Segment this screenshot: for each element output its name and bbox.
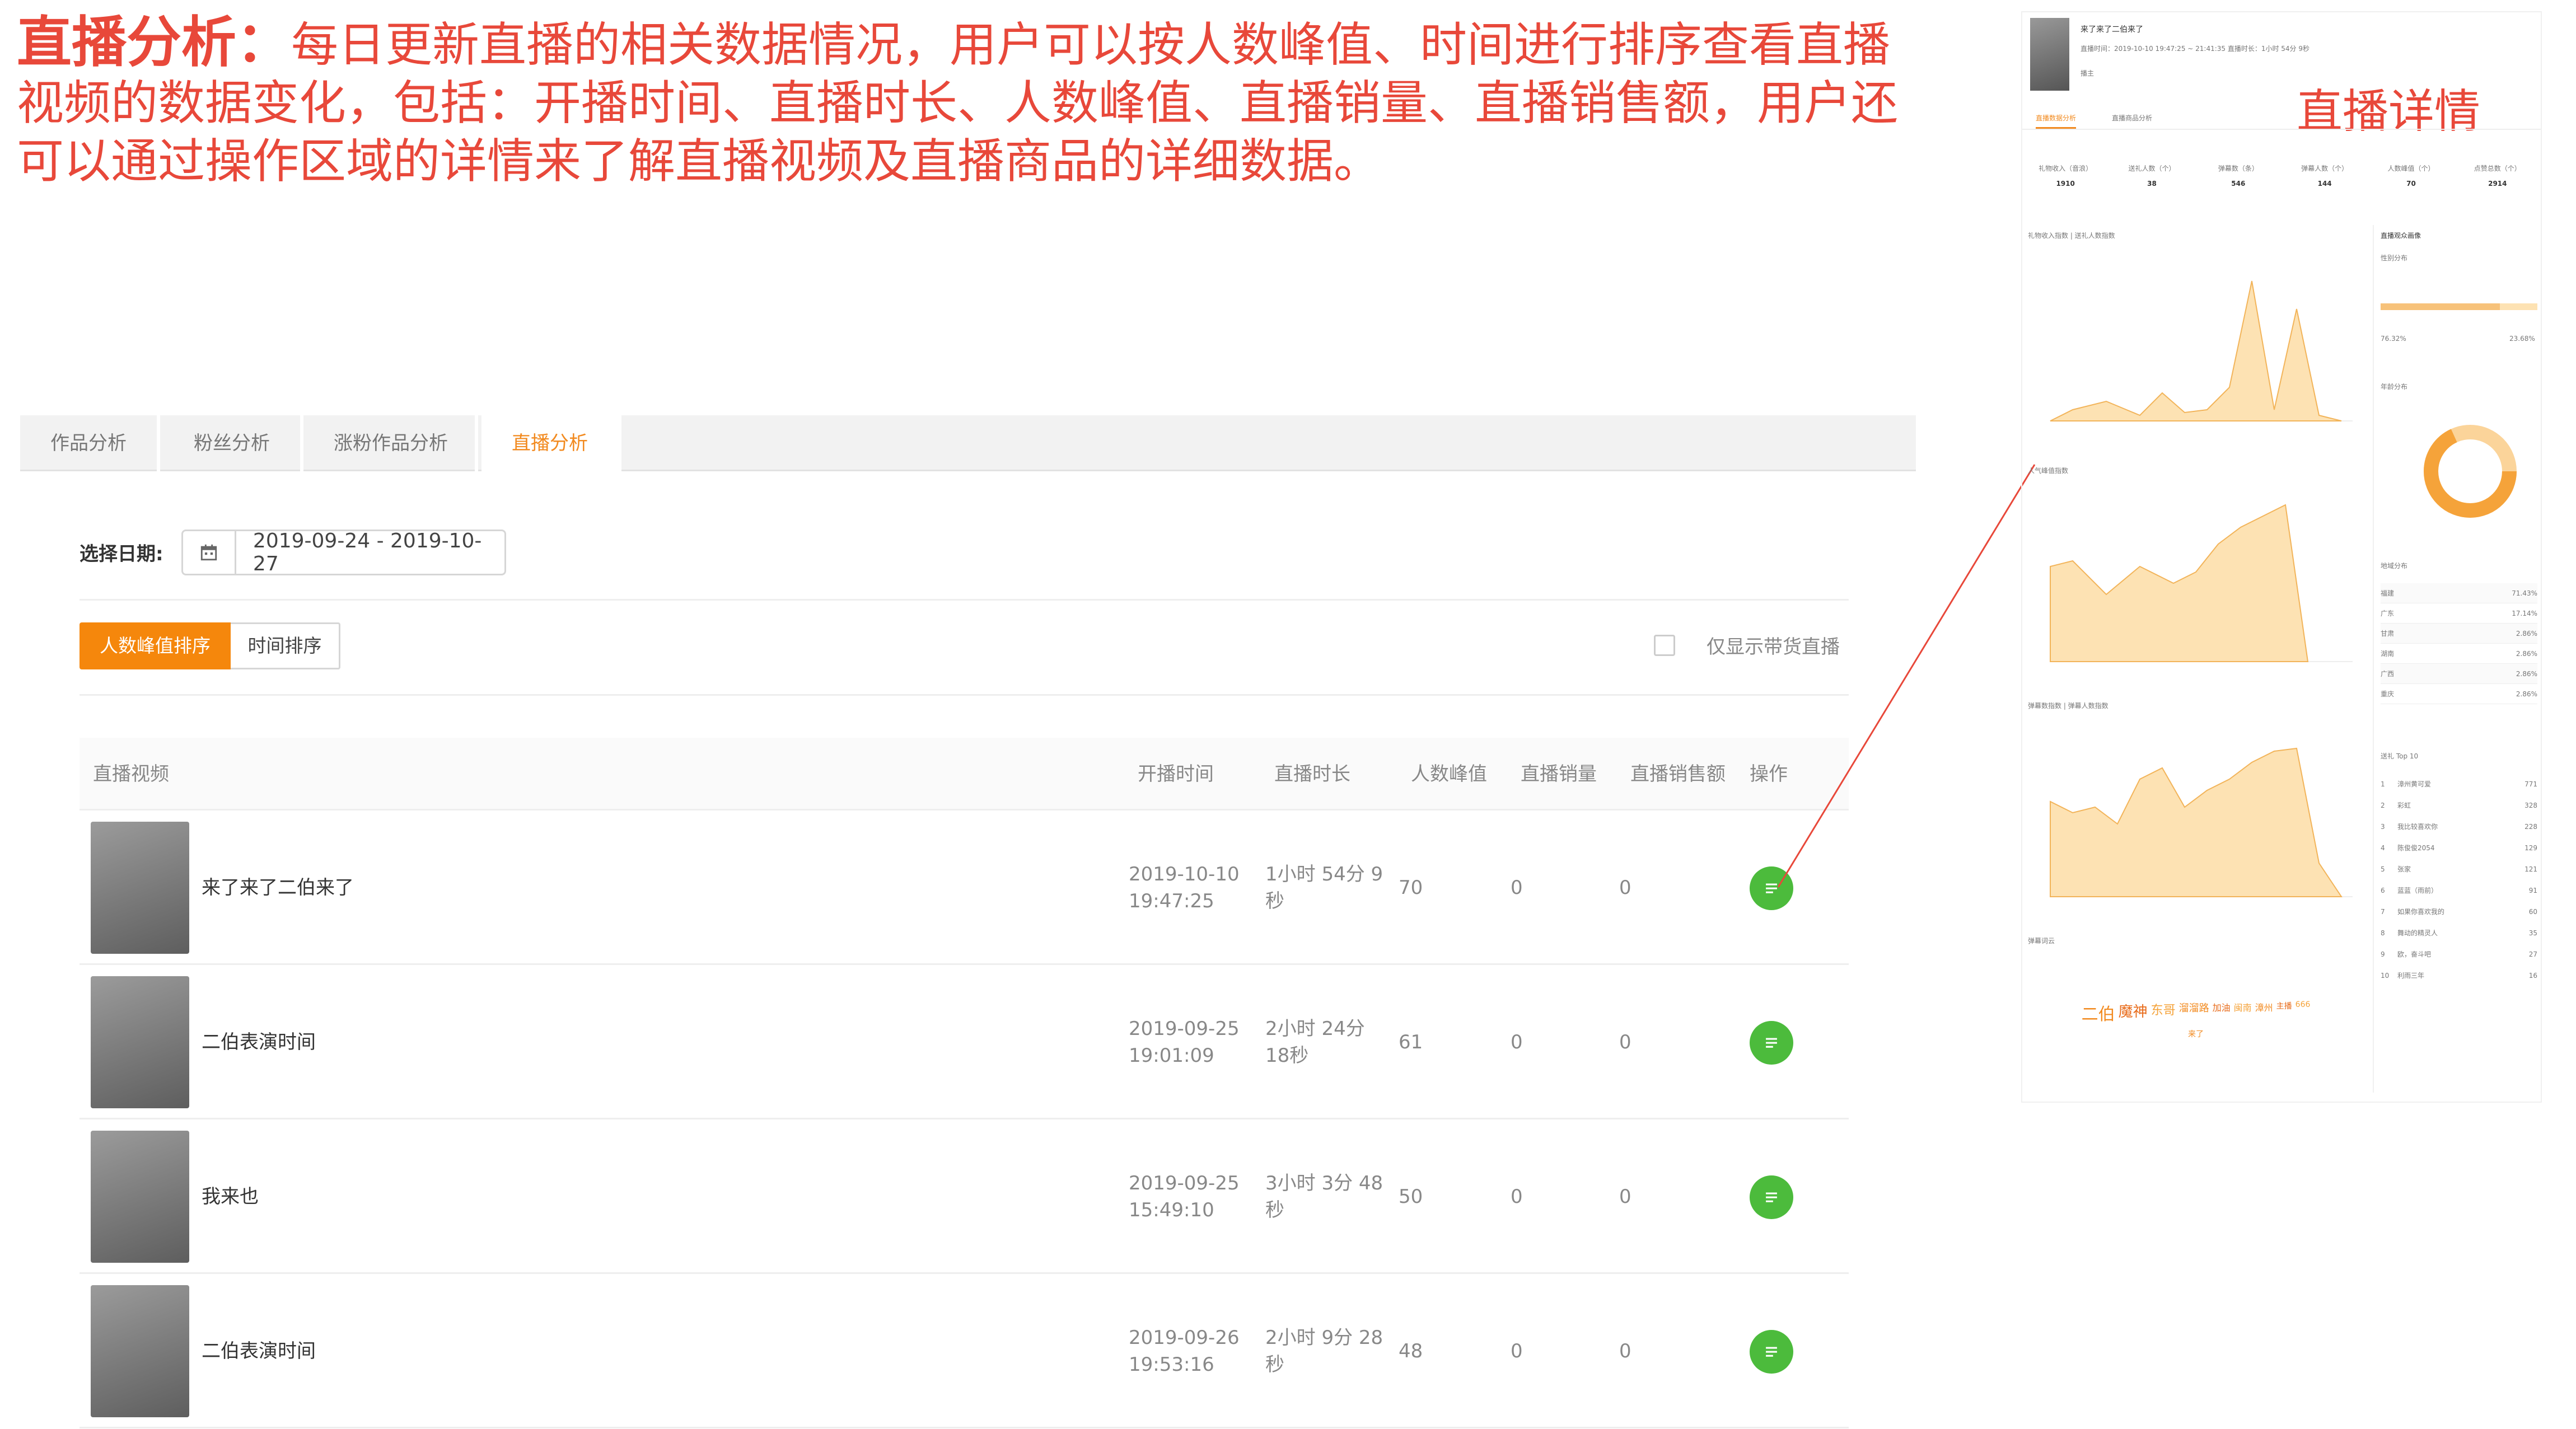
stat-danmaku-users: 弹幕人数（个） 144 — [2301, 165, 2349, 188]
gender-bar — [2381, 303, 2537, 310]
list-item: 广西 2.86% — [2381, 664, 2537, 684]
gender-female: 23.68% — [2509, 335, 2535, 343]
age-donut — [2424, 425, 2517, 518]
chart1-title: 礼物收入指数 | 送礼人数指数 — [2028, 232, 2115, 240]
stat-peak: 人数峰值（个） 70 — [2387, 165, 2435, 188]
list-item: 2 彩虹 328 — [2381, 802, 2537, 809]
list-item: 7 如果你喜欢我的 60 — [2381, 908, 2537, 916]
detail-tab-goods[interactable]: 直播商品分析 — [2112, 113, 2152, 123]
live-detail-panel: 来了来了二伯来了 直播时间：2019-10-10 19:47:25 ~ 21:4… — [2021, 11, 2542, 1103]
stat-gift-income: 礼物收入（音浪） 1910 — [2039, 165, 2093, 188]
gender-title: 性别分布 — [2381, 254, 2408, 262]
top-gift-title: 送礼 Top 10 — [2381, 752, 2419, 760]
detail-tabs: 直播数据分析 直播商品分析 — [2022, 107, 2541, 130]
gender-male: 76.32% — [2381, 335, 2406, 343]
word-cloud: 二伯 魔神 东哥 溜溜路 加油 闽南 漳州 主播 666 来了 — [2081, 1000, 2311, 1039]
list-item: 10 利雨三年 16 — [2381, 972, 2537, 980]
region-title: 地域分布 — [2381, 562, 2408, 570]
list-item: 8 舞动的精灵人 35 — [2381, 929, 2537, 937]
list-item: 甘肃 2.86% — [2381, 624, 2537, 644]
list-item: 3 我比较喜欢你 228 — [2381, 823, 2537, 831]
age-title: 年龄分布 — [2381, 383, 2408, 391]
chart2-title: 人气峰值指数 — [2028, 467, 2069, 475]
stat-gift-users: 送礼人数（个） 38 — [2128, 165, 2176, 188]
chart4-title: 弹幕词云 — [2028, 937, 2055, 945]
detail-meta: 直播时间：2019-10-10 19:47:25 ~ 21:41:35 直播时长… — [2081, 45, 2310, 53]
list-item: 广东 17.14% — [2381, 603, 2537, 624]
list-item: 湖南 2.86% — [2381, 644, 2537, 664]
stat-likes: 点赞总数（个） 2914 — [2474, 165, 2521, 188]
list-item: 重庆 2.86% — [2381, 684, 2537, 704]
detail-tab-data[interactable]: 直播数据分析 — [2036, 113, 2077, 129]
list-item: 5 张家 121 — [2381, 865, 2537, 873]
list-item: 9 欧，奋斗吧 27 — [2381, 950, 2537, 958]
stat-danmaku: 弹幕数（条） 546 — [2218, 165, 2259, 188]
danmaku-chart — [2050, 747, 2353, 897]
popularity-chart — [2050, 504, 2353, 662]
audience-title: 直播观众画像 — [2381, 232, 2421, 240]
detail-thumbnail — [2030, 18, 2069, 91]
gift-index-chart — [2050, 280, 2353, 421]
chart3-title: 弹幕数指数 | 弹幕人数指数 — [2028, 702, 2109, 710]
list-item: 福建 71.43% — [2381, 583, 2537, 603]
top-gift-list: 1 漳州黄可爱 771 2 彩虹 328 3 我比较喜欢你 228 4 陈俊俊2054 129 … — [2381, 774, 2537, 986]
divider — [2373, 225, 2374, 1093]
list-item: 6 蓝蓝（雨前） 91 — [2381, 887, 2537, 894]
list-item: 4 陈俊俊2054 129 — [2381, 844, 2537, 852]
detail-host-label: 播主 — [2081, 69, 2095, 77]
detail-stats: 礼物收入（音浪） 1910 送礼人数（个） 38 弹幕数（条） 546 弹幕人数（个）… — [2022, 163, 2541, 214]
detail-title: 来了来了二伯来了 — [2081, 25, 2143, 34]
region-table: 福建 71.43% 广东 17.14% 甘肃 2.86% 湖南 2.86% 广西 2.86… — [2381, 583, 2537, 704]
list-item: 1 漳州黄可爱 771 — [2381, 780, 2537, 788]
